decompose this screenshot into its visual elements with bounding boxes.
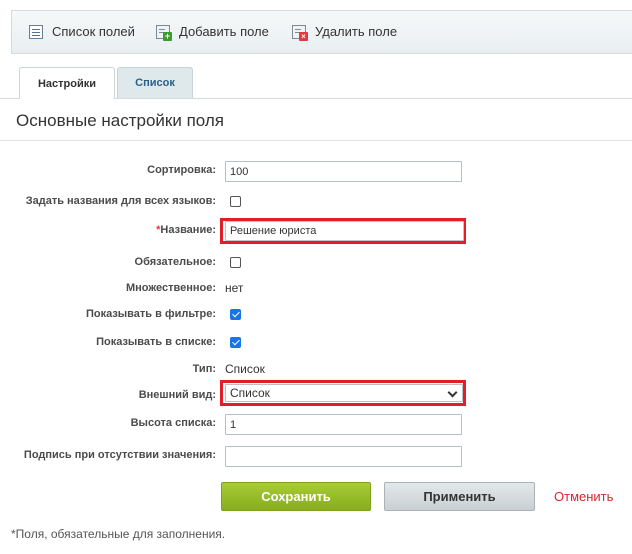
section-title: Основные настройки поля (16, 111, 224, 130)
required-footnote: *Поля, обязательные для заполнения. (11, 527, 226, 541)
multiple-value: нет (225, 281, 244, 295)
name-input[interactable] (225, 221, 464, 241)
tab-list[interactable]: Список (117, 67, 193, 98)
list-height-label: Высота списка: (130, 417, 216, 429)
fields-list-label: Список полей (52, 24, 135, 39)
empty-caption-input[interactable] (225, 446, 462, 467)
chevron-down-icon (447, 387, 458, 398)
delete-field-button[interactable]: × Удалить поле (292, 24, 398, 41)
show-filter-checkbox[interactable] (230, 309, 241, 320)
apply-button[interactable]: Применить (384, 482, 535, 511)
multiple-label: Множественное: (125, 282, 216, 294)
add-field-label: Добавить поле (179, 24, 269, 39)
list-icon (29, 24, 43, 39)
type-value: Список (225, 362, 265, 376)
tab-settings[interactable]: Настройки (19, 67, 115, 99)
save-button[interactable]: Сохранить (221, 482, 371, 511)
empty-caption-label: Подпись при отсутствии значения: (23, 449, 216, 461)
name-label: Название: (160, 224, 216, 236)
type-label: Тип: (192, 363, 216, 375)
required-label: Обязательное: (134, 256, 216, 268)
title-divider (0, 140, 632, 141)
cancel-link[interactable]: Отменить (554, 489, 613, 504)
required-checkbox[interactable] (230, 257, 241, 268)
name-label-row: *Название: (156, 224, 216, 236)
add-field-icon: + (156, 24, 172, 41)
delete-field-label: Удалить поле (315, 24, 398, 39)
sort-input[interactable] (225, 161, 462, 182)
all-langs-label: Задать названия для всех языков: (25, 195, 216, 207)
add-field-button[interactable]: + Добавить поле (156, 24, 269, 41)
all-langs-checkbox[interactable] (230, 196, 241, 207)
delete-field-icon: × (292, 24, 308, 41)
view-label: Внешний вид: (138, 389, 216, 401)
fields-list-button[interactable]: Список полей (29, 24, 135, 39)
show-filter-label: Показывать в фильтре: (85, 308, 216, 320)
toolbar: Список полей + Добавить поле × Удалить п… (11, 10, 632, 54)
show-list-checkbox[interactable] (230, 337, 241, 348)
view-select[interactable]: Список (225, 384, 463, 402)
show-list-label: Показывать в списке: (96, 336, 216, 348)
view-select-value: Список (230, 386, 270, 400)
list-height-input[interactable] (225, 414, 462, 435)
sort-label: Сортировка: (147, 164, 216, 176)
